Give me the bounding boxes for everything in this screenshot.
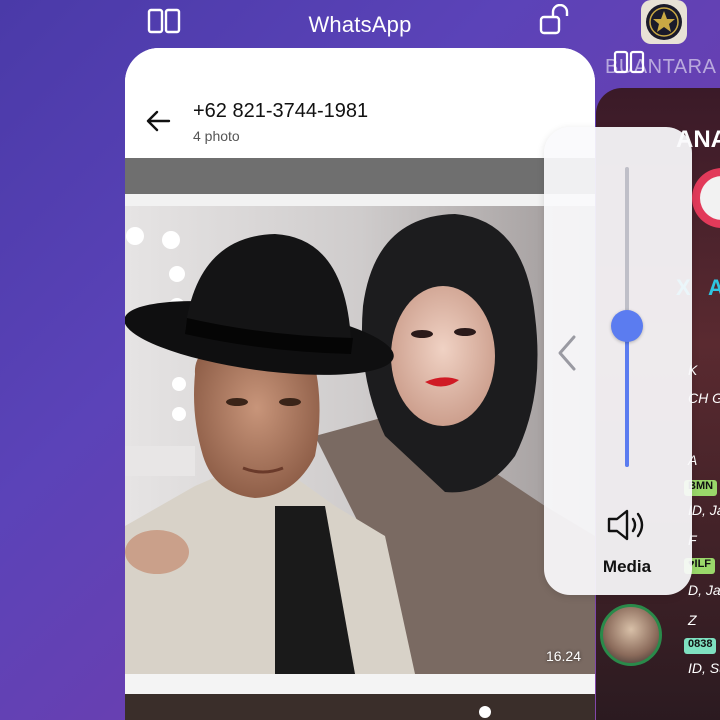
back-arrow-icon[interactable] — [145, 108, 171, 134]
banner-graphic — [692, 168, 720, 228]
list-item: CH G — [688, 390, 720, 406]
volume-fill — [625, 326, 629, 467]
app-title: WhatsApp — [308, 12, 412, 37]
list-item: Z — [688, 612, 697, 628]
photo-illustration — [125, 206, 595, 674]
photo-image[interactable] — [125, 694, 595, 720]
photo-illustration — [125, 694, 595, 720]
app-logo[interactable] — [641, 0, 687, 44]
list-item: ID, Jaw — [688, 502, 720, 518]
avatar[interactable] — [600, 604, 662, 666]
divider — [125, 674, 595, 694]
list-item: ID, Sun — [688, 660, 720, 676]
volume-slider[interactable] — [611, 310, 643, 342]
photo-image[interactable]: 16.24 — [125, 206, 595, 674]
photo-timestamp: 16.24 — [545, 648, 581, 664]
status-badge: 0838 — [684, 638, 717, 654]
volume-panel: Media — [544, 127, 692, 595]
contact-name: +62 821-3744-1981 — [193, 100, 369, 122]
divider — [125, 194, 595, 206]
chevron-left-icon[interactable] — [554, 333, 580, 373]
app-name: BUANTARA — [605, 56, 717, 78]
list-item: D, Jaw — [688, 582, 720, 598]
speaker-icon[interactable] — [606, 507, 648, 543]
volume-label: Media — [602, 557, 652, 576]
split-screen-icon[interactable] — [147, 8, 181, 34]
lock-icon[interactable] — [538, 4, 574, 36]
media-strip — [125, 158, 595, 194]
chat-header: +62 821-3744-1981 4 photo — [125, 48, 595, 158]
photo-count: 4 photo — [193, 128, 240, 144]
whatsapp-card[interactable]: +62 821-3744-1981 4 photo 16.24 — [125, 48, 595, 720]
emblem-icon — [646, 4, 682, 40]
